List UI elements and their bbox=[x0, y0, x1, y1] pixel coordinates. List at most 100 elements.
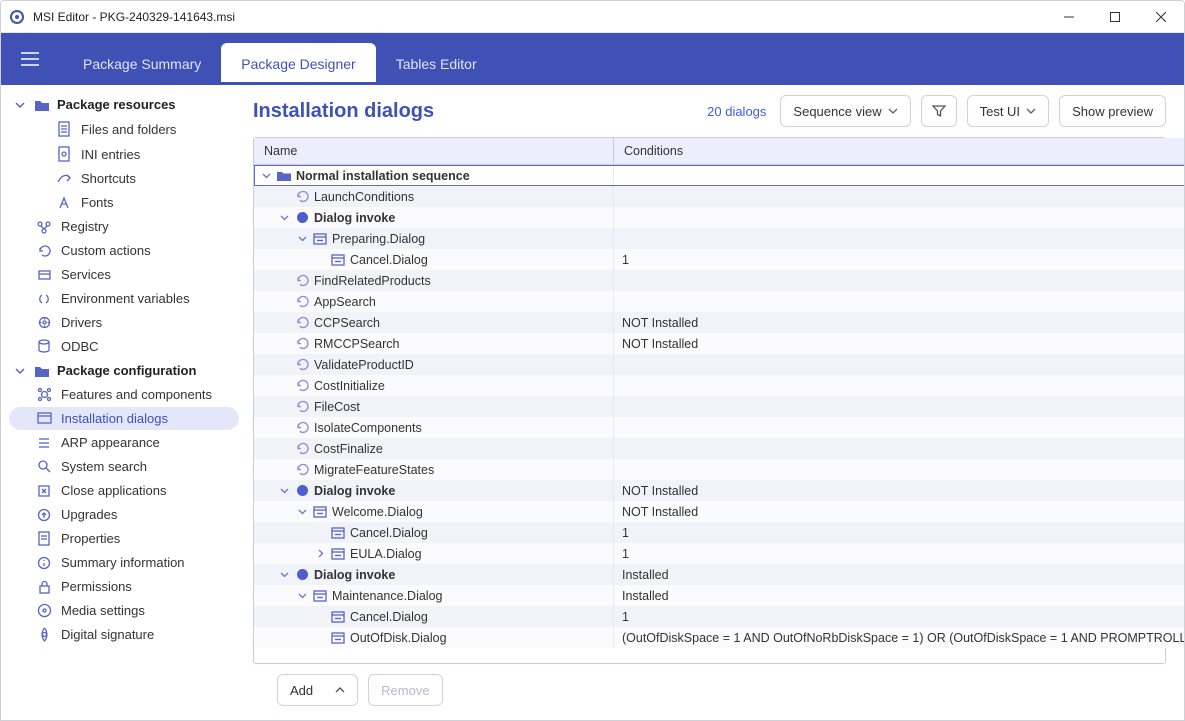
table-row[interactable]: ValidateProductID bbox=[254, 354, 1185, 375]
table-row[interactable]: Normal installation sequence bbox=[254, 165, 1185, 186]
driver-icon bbox=[35, 315, 53, 330]
page-title: Installation dialogs bbox=[253, 100, 697, 123]
tab-package-summary[interactable]: Package Summary bbox=[63, 43, 221, 85]
action-icon bbox=[294, 273, 310, 289]
action-icon bbox=[294, 462, 310, 478]
table-row[interactable]: CostInitialize bbox=[254, 375, 1185, 396]
table-row[interactable]: Cancel.Dialog1 bbox=[254, 522, 1185, 543]
sidebar-item[interactable]: ODBC bbox=[9, 335, 239, 358]
table-row[interactable]: MigrateFeatureStates bbox=[254, 459, 1185, 480]
sidebar-group-label: Package resources bbox=[57, 97, 176, 112]
close-button[interactable] bbox=[1138, 1, 1184, 32]
table-row[interactable]: RMCCPSearchNOT Installed bbox=[254, 333, 1185, 354]
sidebar-item[interactable]: Files and folders bbox=[9, 117, 239, 141]
chevron-down-icon[interactable] bbox=[278, 213, 290, 222]
table-row[interactable]: Welcome.DialogNOT Installed bbox=[254, 501, 1185, 522]
sidebar-item[interactable]: Digital signature bbox=[9, 623, 239, 646]
maximize-button[interactable] bbox=[1092, 1, 1138, 32]
filter-button[interactable] bbox=[921, 95, 957, 127]
sidebar-item[interactable]: Permissions bbox=[9, 575, 239, 598]
close-icon bbox=[35, 484, 53, 498]
chevron-right-icon[interactable] bbox=[314, 549, 326, 558]
chevron-down-icon bbox=[13, 100, 27, 110]
font-icon bbox=[55, 196, 73, 210]
chevron-down-icon[interactable] bbox=[296, 234, 308, 243]
sidebar-item[interactable]: Upgrades bbox=[9, 503, 239, 526]
sidebar-item[interactable]: System search bbox=[9, 455, 239, 478]
table-row[interactable]: Cancel.Dialog1 bbox=[254, 606, 1185, 627]
arp-icon bbox=[35, 436, 53, 450]
menu-button[interactable] bbox=[9, 33, 51, 85]
show-preview-button[interactable]: Show preview bbox=[1059, 95, 1166, 127]
table-row[interactable]: Dialog invoke bbox=[254, 207, 1185, 228]
sidebar-item[interactable]: Services bbox=[9, 263, 239, 286]
sidebar-group-label: Package configuration bbox=[57, 363, 196, 378]
sidebar-item[interactable]: INI entries bbox=[9, 142, 239, 166]
sidebar-item-label: Environment variables bbox=[61, 291, 190, 306]
dialog-icon bbox=[330, 609, 346, 625]
sidebar: Package resources Files and folders INI e… bbox=[1, 85, 245, 720]
tab-tables-editor[interactable]: Tables Editor bbox=[376, 43, 497, 85]
chevron-down-icon[interactable] bbox=[296, 591, 308, 600]
table-row[interactable]: FileCost bbox=[254, 396, 1185, 417]
action-icon bbox=[294, 357, 310, 373]
chevron-down-icon[interactable] bbox=[278, 570, 290, 579]
dialog-icon bbox=[330, 252, 346, 268]
table-row[interactable]: AppSearch bbox=[254, 291, 1185, 312]
dialog-icon bbox=[312, 504, 328, 520]
table-row[interactable]: OutOfDisk.Dialog(OutOfDiskSpace = 1 AND … bbox=[254, 627, 1185, 648]
sidebar-item-label: Drivers bbox=[61, 315, 102, 330]
row-name: Preparing.Dialog bbox=[332, 232, 425, 246]
table-row[interactable]: IsolateComponents bbox=[254, 417, 1185, 438]
sidebar-item-label: INI entries bbox=[81, 147, 140, 162]
sidebar-item-label: Installation dialogs bbox=[61, 411, 168, 426]
sidebar-item[interactable]: Installation dialogs bbox=[9, 407, 239, 430]
sidebar-item-label: Registry bbox=[61, 219, 109, 234]
sidebar-item-label: Shortcuts bbox=[81, 171, 136, 186]
chevron-down-icon[interactable] bbox=[296, 507, 308, 516]
sidebar-item[interactable]: Custom actions bbox=[9, 239, 239, 262]
sidebar-item[interactable]: Shortcuts bbox=[9, 167, 239, 190]
remove-button[interactable]: Remove bbox=[368, 674, 442, 706]
sidebar-item[interactable]: ARP appearance bbox=[9, 431, 239, 454]
table-row[interactable]: Maintenance.DialogInstalled bbox=[254, 585, 1185, 606]
col-conditions[interactable]: Conditions bbox=[614, 138, 1185, 164]
sidebar-item[interactable]: Environment variables bbox=[9, 287, 239, 310]
chevron-down-icon bbox=[888, 108, 898, 114]
table-row[interactable]: CostFinalize bbox=[254, 438, 1185, 459]
perm-icon bbox=[35, 579, 53, 594]
table-row[interactable]: EULA.Dialog1 bbox=[254, 543, 1185, 564]
view-mode-label: Sequence view bbox=[793, 104, 881, 119]
table-row[interactable]: Dialog invokeInstalled bbox=[254, 564, 1185, 585]
sidebar-item[interactable]: Summary information bbox=[9, 551, 239, 574]
col-name[interactable]: Name bbox=[254, 138, 614, 164]
add-button[interactable]: Add bbox=[277, 674, 358, 706]
minimize-button[interactable] bbox=[1046, 1, 1092, 32]
row-condition: NOT Installed bbox=[622, 484, 698, 498]
row-name: Welcome.Dialog bbox=[332, 505, 423, 519]
sidebar-item[interactable]: Fonts bbox=[9, 191, 239, 214]
sidebar-group-configuration[interactable]: Package configuration bbox=[9, 359, 239, 382]
sidebar-item[interactable]: Properties bbox=[9, 527, 239, 550]
row-name: ValidateProductID bbox=[314, 358, 414, 372]
sidebar-item[interactable]: Media settings bbox=[9, 599, 239, 622]
table-row[interactable]: Cancel.Dialog1 bbox=[254, 249, 1185, 270]
sidebar-item[interactable]: Registry bbox=[9, 215, 239, 238]
registry-icon bbox=[35, 220, 53, 234]
sidebar-item[interactable]: Close applications bbox=[9, 479, 239, 502]
table-row[interactable]: Preparing.Dialog bbox=[254, 228, 1185, 249]
dialog-invoke-icon bbox=[294, 483, 310, 499]
tab-package-designer[interactable]: Package Designer bbox=[221, 43, 375, 85]
table-row[interactable]: LaunchConditions bbox=[254, 186, 1185, 207]
chevron-down-icon[interactable] bbox=[278, 486, 290, 495]
table-row[interactable]: FindRelatedProducts bbox=[254, 270, 1185, 291]
sidebar-item[interactable]: Drivers bbox=[9, 311, 239, 334]
test-ui-button[interactable]: Test UI bbox=[967, 95, 1049, 127]
sidebar-group-resources[interactable]: Package resources bbox=[9, 93, 239, 116]
row-condition: NOT Installed bbox=[622, 316, 698, 330]
view-mode-dropdown[interactable]: Sequence view bbox=[780, 95, 910, 127]
chevron-down-icon[interactable] bbox=[260, 171, 272, 180]
sidebar-item[interactable]: Features and components bbox=[9, 383, 239, 406]
table-row[interactable]: Dialog invokeNOT Installed bbox=[254, 480, 1185, 501]
table-row[interactable]: CCPSearchNOT Installed bbox=[254, 312, 1185, 333]
